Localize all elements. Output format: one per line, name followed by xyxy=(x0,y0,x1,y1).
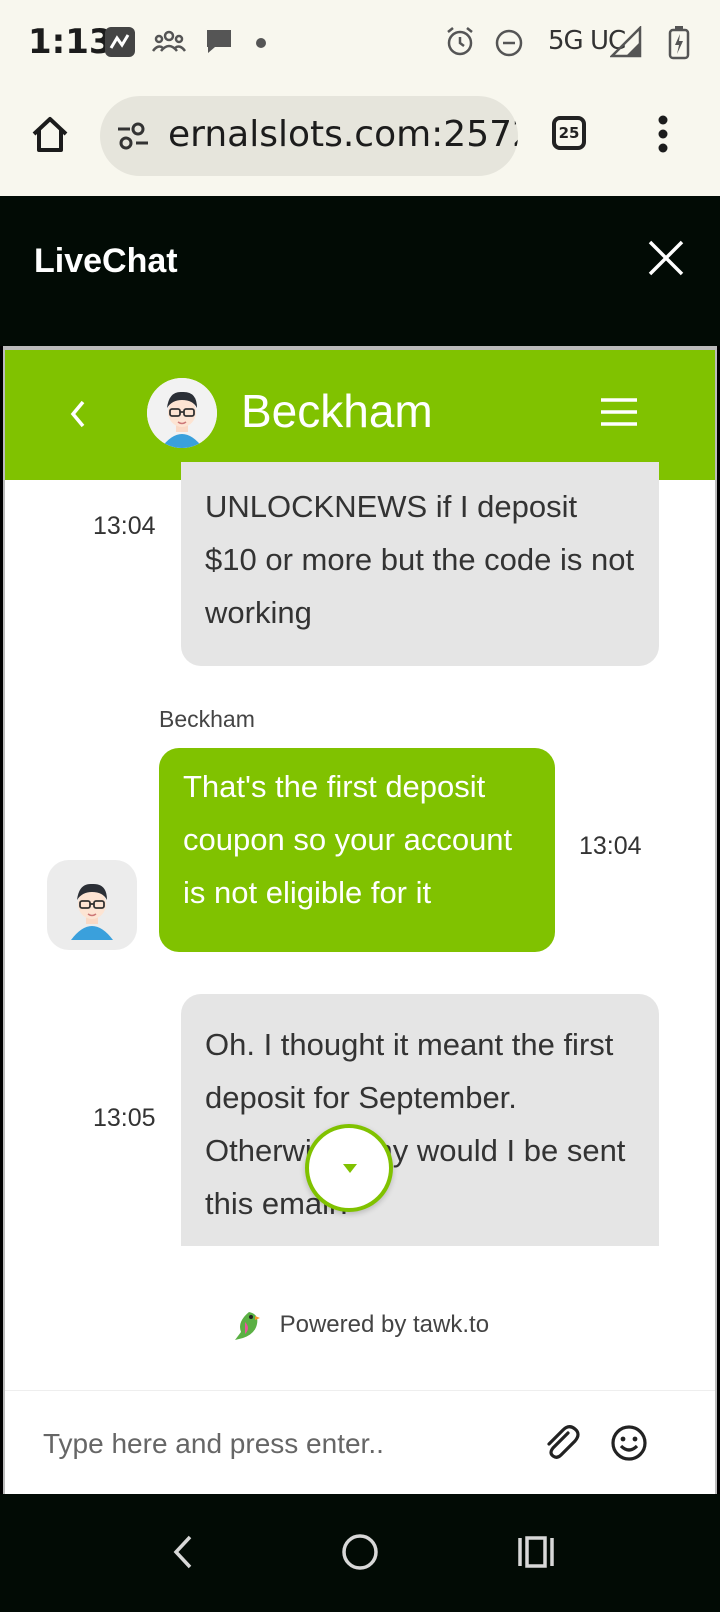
agent-name: Beckham xyxy=(241,385,433,437)
nav-back-icon[interactable] xyxy=(170,1534,196,1570)
signal-icon xyxy=(610,26,642,58)
scroll-down-button[interactable] xyxy=(305,1124,393,1212)
menu-icon[interactable] xyxy=(599,396,639,428)
status-time: 1:13 xyxy=(28,22,113,62)
message-input[interactable] xyxy=(41,1411,525,1477)
stock-app-icon xyxy=(105,27,135,57)
agent-message-avatar xyxy=(47,860,137,950)
livechat-title: LiveChat xyxy=(34,242,178,280)
dot-icon xyxy=(256,38,266,48)
message-time: 13:05 xyxy=(93,1104,156,1132)
livechat-header: LiveChat xyxy=(0,196,720,346)
powered-by-text: Powered by tawk.to xyxy=(279,1311,490,1338)
back-icon[interactable] xyxy=(67,396,89,432)
site-settings-icon[interactable] xyxy=(116,120,150,152)
agent-avatar-icon xyxy=(71,883,113,940)
sender-name: Beckham xyxy=(159,706,255,732)
chevron-down-icon xyxy=(343,1164,357,1173)
visitor-message: Oh. I thought it meant the first deposit… xyxy=(181,994,659,1246)
nav-home-icon[interactable] xyxy=(340,1532,380,1572)
message-input-area xyxy=(5,1390,715,1494)
powered-by[interactable]: Powered by tawk.to xyxy=(5,1308,715,1342)
status-bar: 1:13 5G UC xyxy=(0,0,720,92)
people-icon xyxy=(152,30,186,52)
attachment-icon[interactable] xyxy=(541,1423,583,1465)
tab-switcher-button[interactable]: 25 xyxy=(552,116,586,150)
emoji-icon[interactable] xyxy=(609,1423,649,1463)
agent-avatar xyxy=(147,378,217,448)
url-text: ernalslots.com:2572 xyxy=(168,114,518,155)
close-icon[interactable] xyxy=(646,238,686,278)
browser-toolbar: ernalslots.com:2572 25 xyxy=(0,92,720,196)
message-time: 13:04 xyxy=(579,832,642,860)
visitor-message: UNLOCKNEWS if I deposit $10 or more but … xyxy=(181,462,659,666)
chat-header: Beckham xyxy=(5,350,715,480)
battery-icon xyxy=(668,26,690,60)
nav-recents-icon[interactable] xyxy=(516,1534,556,1570)
message-icon xyxy=(207,30,231,53)
navigation-bar xyxy=(0,1494,720,1612)
dnd-icon xyxy=(495,29,523,57)
alarm-icon xyxy=(447,27,473,56)
home-icon[interactable] xyxy=(28,112,72,156)
agent-message: That's the first deposit coupon so your … xyxy=(159,748,555,952)
tawk-parrot-icon xyxy=(234,1312,260,1340)
chat-widget: Beckham UNLOCKNEWS if I deposit $10 or m… xyxy=(3,346,717,1494)
message-time: 13:04 xyxy=(93,512,156,540)
address-bar[interactable]: ernalslots.com:2572 xyxy=(100,96,518,176)
agent-avatar-icon xyxy=(147,378,217,448)
more-options-icon[interactable] xyxy=(656,114,670,154)
